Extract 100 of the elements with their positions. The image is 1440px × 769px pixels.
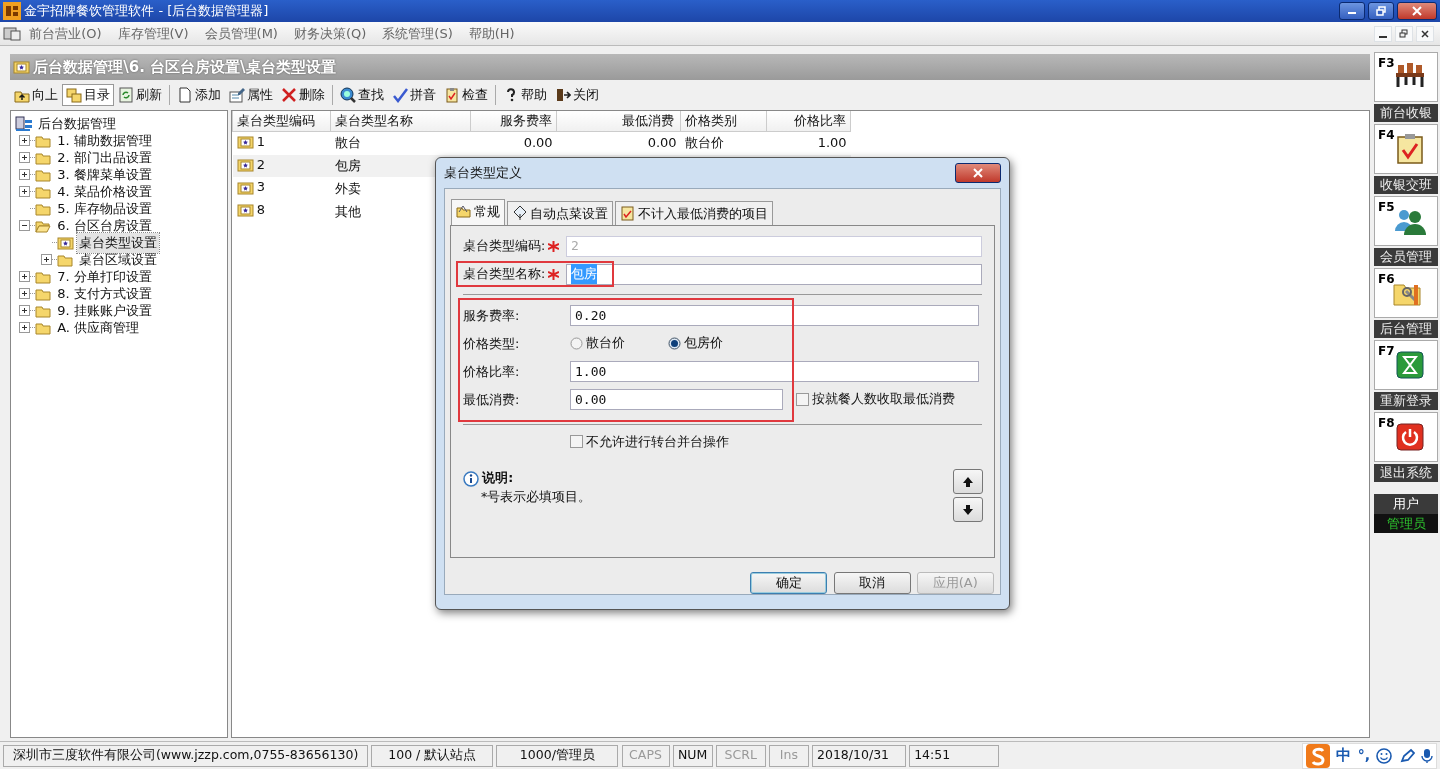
pen-icon[interactable] [1398,747,1415,764]
user-name: 管理员 [1385,514,1427,533]
toolbar-button[interactable]: 拼音 [388,84,440,107]
collapse-icon[interactable] [19,220,30,232]
checkbox[interactable]: 按就餐人数收取最低消费 [795,390,955,409]
status-cell: SCRL [715,744,766,767]
ime-toolbar[interactable]: 中 °, [1302,742,1437,769]
status-cell: 100 / 默认站点 [371,744,494,767]
toolbar-button[interactable]: 添加 [173,84,225,107]
star-folder-icon [236,202,254,218]
table-cell: 包房 [334,158,361,174]
close-button[interactable] [955,163,1001,183]
clipboard-icon [444,87,460,104]
input-field[interactable]: 0.00 [570,389,783,410]
table-cell: 散台价 [684,135,724,151]
expand-icon[interactable] [19,322,30,334]
move-up-button[interactable] [953,469,983,495]
ime-mode-toggle[interactable]: 中 [1336,744,1352,767]
expand-icon[interactable] [19,305,30,317]
menu-item[interactable]: 前台营业(O) [21,23,110,44]
tree-item[interactable]: 桌台类型设置 [77,233,160,253]
expand-icon[interactable] [41,254,52,266]
toolbar-button[interactable]: 刷新 [114,84,166,107]
move-down-button[interactable] [953,497,983,523]
shortcut-button[interactable]: F8 [1374,412,1438,462]
toolbar-button[interactable]: 帮助 [499,84,551,107]
column-header[interactable]: 桌台类型名称 [330,111,471,132]
menu-item[interactable]: 会员管理(M) [196,23,286,44]
column-header[interactable]: 价格类别 [680,111,767,132]
toolbar-button[interactable]: 目录 [62,84,114,107]
tab[interactable]: 常规 [451,198,506,225]
shortcut-button[interactable]: F7 [1374,340,1438,390]
tree-item[interactable]: 4. 菜品价格设置 [55,182,154,202]
toolbar-button[interactable]: 删除 [277,84,329,107]
toolbar-button[interactable]: 关闭 [551,84,603,107]
shortcut-label: 重新登录 [1374,392,1438,410]
dialog-button[interactable]: 确定 [750,572,828,594]
column-header[interactable]: 价格比率 [766,111,851,132]
tree-item[interactable]: 7. 分单打印设置 [55,267,154,287]
field-label: 服务费率: [463,306,521,325]
punctuation-toggle[interactable]: °, [1357,745,1370,766]
toolbar-button[interactable]: 属性 [225,84,277,107]
checkbox[interactable]: 不允许进行转台并台操作 [570,432,982,452]
tab[interactable]: 自动点菜设置 [507,200,614,225]
tree-item[interactable]: 8. 支付方式设置 [55,284,154,304]
menu-item[interactable]: 帮助(H) [460,23,523,44]
field-label: 桌台类型编码: [463,236,546,255]
toolbar-button[interactable]: 查找 [336,84,388,107]
input-field[interactable]: 0.20 [570,305,979,326]
tree-item[interactable]: 2. 部门出品设置 [55,148,154,168]
radio-icon [570,337,583,350]
tree-item[interactable]: 3. 餐牌菜单设置 [55,165,154,185]
column-header[interactable]: 服务费率 [470,111,557,132]
radio-option[interactable]: 包房价 [668,334,766,353]
shortcut-button[interactable]: F6 [1374,268,1438,318]
spell-check-icon [392,87,408,104]
restore-button[interactable] [1367,2,1394,20]
table-cell: 外卖 [334,180,361,196]
toolbar-button[interactable]: 检查 [440,84,492,107]
shortcut-button[interactable]: F5 [1374,196,1438,246]
ime-logo-icon[interactable] [1306,743,1331,768]
shortcut-button[interactable]: F4 [1374,124,1438,174]
tree-item[interactable]: 6. 台区台房设置 [55,216,154,236]
close-icon [973,168,983,178]
breadcrumb-path: 后台数据管理\6. 台区台房设置\桌台类型设置 [33,56,336,78]
tab[interactable]: 不计入最低消费的项目 [615,200,774,225]
column-header[interactable]: 桌台类型编码 [232,111,331,132]
tree-item[interactable]: 9. 挂账账户设置 [55,301,154,321]
status-cell: CAPS [621,744,670,767]
column-header[interactable]: 最低消费 [556,111,681,132]
folder-icon [13,59,31,75]
tree-item[interactable]: 1. 辅助数据管理 [55,131,154,151]
toolbar-button[interactable]: 向上 [10,84,62,107]
menu-item[interactable]: 库存管理(V) [109,23,197,44]
tree-item[interactable]: 5. 库存物品设置 [55,199,154,219]
expand-icon[interactable] [19,186,30,198]
tree-item[interactable]: 桌台区域设置 [77,250,160,270]
database-tree-icon [15,115,33,132]
status-cell: Ins [768,744,809,767]
tree-item[interactable]: 后台数据管理 [36,114,119,134]
expand-icon[interactable] [19,271,30,283]
app-logo-icon [3,2,22,20]
menu-item[interactable]: 财务决策(Q) [285,23,375,44]
close-icon [1419,28,1430,39]
radio-option[interactable]: 散台价 [570,334,668,353]
minimize-button[interactable] [1338,2,1365,20]
dialog-button[interactable]: 取消 [833,572,911,594]
expand-icon[interactable] [19,135,30,147]
input-field[interactable]: 1.00 [570,361,979,382]
expand-icon[interactable] [19,169,30,181]
close-button[interactable] [1396,2,1437,20]
table-cell: 散台 [334,135,361,151]
expand-icon[interactable] [19,288,30,300]
tree-item[interactable]: A. 供应商管理 [55,318,142,338]
expand-icon[interactable] [19,152,30,164]
microphone-icon[interactable] [1420,747,1433,764]
star-folder-icon [236,156,254,172]
menu-item[interactable]: 系统管理(S) [374,23,461,44]
shortcut-button[interactable]: F3 [1374,52,1438,102]
smiley-icon[interactable] [1376,747,1393,764]
